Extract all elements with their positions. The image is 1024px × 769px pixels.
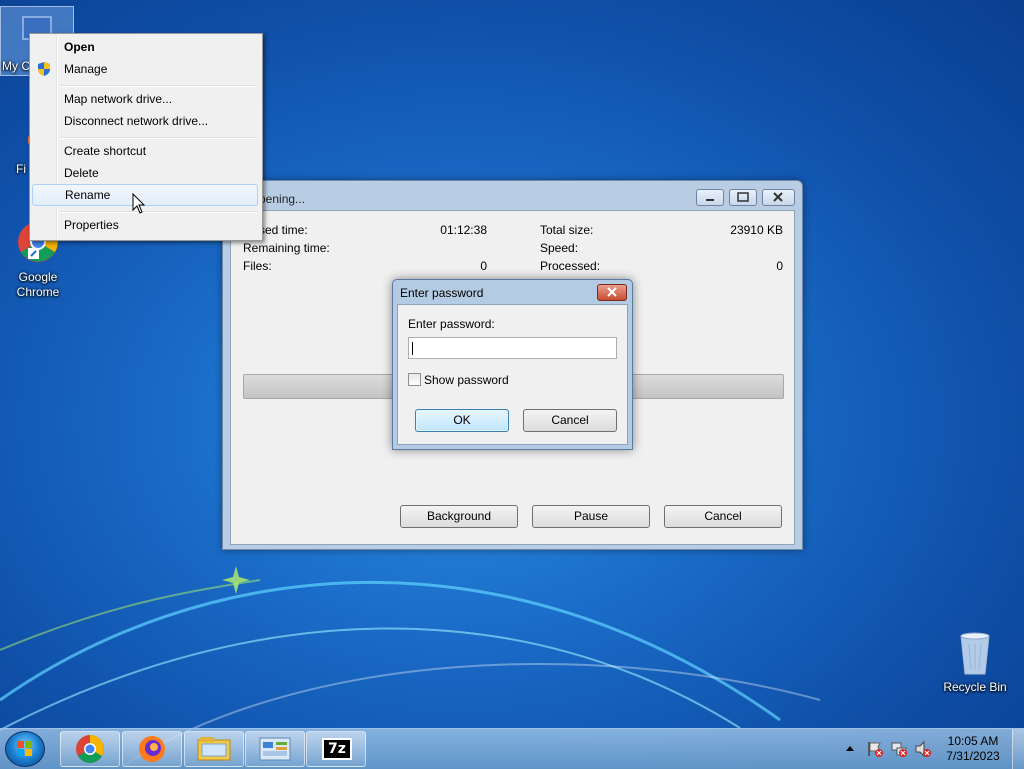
text-caret — [412, 342, 413, 355]
clock-date: 7/31/2023 — [946, 749, 1000, 763]
speed-label: Speed: — [540, 241, 579, 255]
pause-button[interactable]: Pause — [532, 505, 650, 528]
password-input[interactable] — [408, 337, 617, 359]
menu-separator — [60, 85, 258, 87]
menu-item-manage[interactable]: Manage — [32, 58, 258, 80]
control-panel-icon — [259, 737, 291, 761]
menu-item-map-network-drive[interactable]: Map network drive... — [32, 88, 258, 110]
mouse-cursor-icon — [132, 193, 146, 214]
clock[interactable]: 10:05 AM 7/31/2023 — [938, 734, 1008, 764]
remaining-time-label: Remaining time: — [243, 241, 330, 255]
elapsed-time-value: 01:12:38 — [440, 223, 487, 237]
menu-separator — [60, 211, 258, 213]
maximize-button[interactable] — [729, 189, 757, 206]
windows-logo-icon — [17, 741, 32, 756]
context-menu: Open Manage Map network drive... Disconn… — [29, 33, 263, 241]
taskbar: 7z 10:05 AM 7/31/2023 — [0, 728, 1024, 769]
start-button[interactable] — [5, 731, 45, 767]
explorer-icon — [197, 737, 231, 761]
desktop-icon-label: Google Chrome — [16, 270, 60, 299]
taskbar-explorer[interactable] — [184, 731, 244, 767]
volume-muted-icon[interactable] — [914, 740, 932, 758]
taskbar-7zip[interactable]: 7z — [306, 731, 366, 767]
menu-item-open[interactable]: Open — [32, 36, 258, 58]
show-password-checkbox[interactable] — [408, 373, 421, 386]
action-center-icon[interactable] — [866, 740, 884, 758]
ok-button[interactable]: OK — [415, 409, 509, 432]
processed-value: 0 — [776, 259, 783, 273]
files-value: 0 — [480, 259, 487, 273]
minimize-button[interactable] — [696, 189, 724, 206]
network-icon[interactable] — [890, 740, 908, 758]
clock-time: 10:05 AM — [947, 734, 999, 748]
dialog-close-button[interactable] — [597, 284, 627, 301]
cancel-button[interactable]: Cancel — [523, 409, 617, 432]
menu-item-delete[interactable]: Delete — [32, 162, 258, 184]
chrome-icon — [76, 735, 104, 763]
desktop-icon-label: Fi — [16, 162, 26, 176]
desktop-icon-label: My C — [2, 59, 30, 73]
taskbar-control-panel[interactable] — [245, 731, 305, 767]
desktop-icon-label: Recycle Bin — [943, 680, 1007, 694]
dialog-body: Enter password: Show password OK Cancel — [397, 304, 628, 445]
menu-item-create-shortcut[interactable]: Create shortcut — [32, 140, 258, 162]
taskbar-firefox[interactable] — [122, 731, 182, 767]
desktop-icon-recycle-bin[interactable]: Recycle Bin — [937, 630, 1013, 695]
close-icon — [607, 287, 617, 297]
menu-item-properties[interactable]: Properties — [32, 214, 258, 236]
total-size-value: 23910 KB — [730, 223, 783, 237]
firefox-icon — [139, 736, 165, 762]
menu-item-disconnect-network-drive[interactable]: Disconnect network drive... — [32, 110, 258, 132]
elapsed-time-label: sed time: — [259, 223, 308, 237]
close-button[interactable] — [762, 189, 795, 206]
taskbar-chrome[interactable] — [60, 731, 120, 767]
password-prompt: Enter password: — [408, 317, 495, 331]
processed-label: Processed: — [540, 259, 601, 273]
background-button[interactable]: Background — [400, 505, 518, 528]
dialog-title: Enter password — [400, 286, 484, 300]
files-label: Files: — [243, 259, 272, 273]
password-dialog: Enter password Enter password: Show pass… — [392, 279, 633, 450]
total-size-label: Total size: — [540, 223, 594, 237]
window-title: pening... — [259, 192, 306, 206]
show-hidden-icons-icon[interactable] — [845, 744, 855, 752]
show-password-label[interactable]: Show password — [424, 373, 509, 387]
cancel-button[interactable]: Cancel — [664, 505, 782, 528]
show-desktop-button[interactable] — [1012, 729, 1024, 769]
7zip-icon: 7z — [322, 738, 352, 760]
recycle-bin-icon — [951, 630, 999, 678]
menu-separator — [60, 137, 258, 139]
